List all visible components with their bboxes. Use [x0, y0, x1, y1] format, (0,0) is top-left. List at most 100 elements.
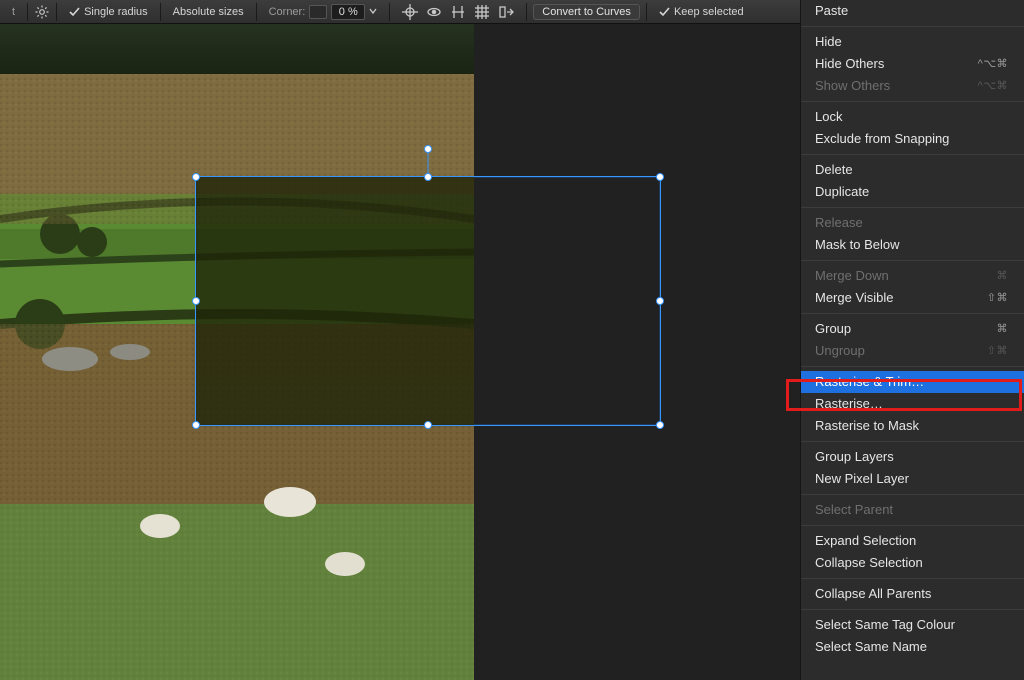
- menu-item-label: Hide Others: [815, 56, 884, 72]
- menu-item-group[interactable]: Group ⌘: [801, 318, 1024, 340]
- menu-item-label: Rasterise…: [815, 396, 883, 412]
- shape-fill: [196, 177, 474, 425]
- show-bounds-icon[interactable]: [426, 4, 442, 20]
- handle-bottom-middle[interactable]: [424, 421, 432, 429]
- divider: [526, 3, 527, 21]
- menu-separator: [801, 441, 1024, 442]
- chevron-down-icon[interactable]: [369, 6, 377, 18]
- toolbar: t Single radius Absolute sizes Corner: 0…: [0, 0, 800, 24]
- menu-item-label: Select Parent: [815, 502, 893, 518]
- menu-item-label: Duplicate: [815, 184, 869, 200]
- menu-item-rasterise-trim[interactable]: Rasterise & Trim…: [801, 371, 1024, 393]
- menu-item-hide-others[interactable]: Hide Others ^⌥⌘: [801, 53, 1024, 75]
- insert-target-icon[interactable]: [498, 4, 514, 20]
- menu-item-rasterise[interactable]: Rasterise…: [801, 393, 1024, 415]
- handle-bottom-left[interactable]: [192, 421, 200, 429]
- menu-item-delete[interactable]: Delete: [801, 159, 1024, 181]
- menu-item-merge-visible[interactable]: Merge Visible⇧⌘: [801, 287, 1024, 309]
- menu-item-group-layers[interactable]: Group Layers: [801, 446, 1024, 468]
- menu-item-label: New Pixel Layer: [815, 471, 909, 487]
- menu-separator: [801, 101, 1024, 102]
- divider: [56, 3, 57, 21]
- menu-item-shortcut: ^⌥⌘: [978, 78, 1008, 94]
- handle-middle-right[interactable]: [656, 297, 664, 305]
- menu-item-select-parent: Select Parent: [801, 499, 1024, 521]
- corner-style-swatch[interactable]: [309, 5, 327, 19]
- selection-box[interactable]: [195, 176, 661, 426]
- menu-item-new-pixel-layer[interactable]: New Pixel Layer: [801, 468, 1024, 490]
- menu-separator: [801, 260, 1024, 261]
- corner-label: Corner:: [269, 6, 306, 18]
- corner-group: Corner: 0 %: [263, 0, 384, 23]
- menu-item-release: Release: [801, 212, 1024, 234]
- menu-separator: [801, 26, 1024, 27]
- divider: [160, 3, 161, 21]
- menu-item-rasterise-to-mask[interactable]: Rasterise to Mask: [801, 415, 1024, 437]
- convert-label: Convert to Curves: [542, 6, 631, 18]
- corner-percent-field[interactable]: 0 %: [331, 4, 365, 20]
- menu-separator: [801, 578, 1024, 579]
- menu-item-ungroup: Ungroup ⇧⌘: [801, 340, 1024, 362]
- menu-separator: [801, 313, 1024, 314]
- menu-item-shortcut: ⌘: [997, 268, 1009, 284]
- menu-item-collapse-all-parents[interactable]: Collapse All Parents: [801, 583, 1024, 605]
- menu-item-label: Merge Visible: [815, 290, 894, 306]
- keep-selected-label: Keep selected: [674, 6, 744, 18]
- menu-item-select-same-name[interactable]: Select Same Name: [801, 636, 1024, 658]
- menu-item-label: Delete: [815, 162, 853, 178]
- divider: [27, 3, 28, 21]
- menu-item-lock[interactable]: Lock: [801, 106, 1024, 128]
- menu-separator: [801, 609, 1024, 610]
- menu-separator: [801, 207, 1024, 208]
- menu-item-collapse-selection[interactable]: Collapse Selection: [801, 552, 1024, 574]
- menu-item-label: Show Others: [815, 78, 890, 94]
- menu-item-select-same-tag-colour[interactable]: Select Same Tag Colour: [801, 614, 1024, 636]
- handle-bottom-right[interactable]: [656, 421, 664, 429]
- grid-icon[interactable]: [474, 4, 490, 20]
- menu-item-hide[interactable]: Hide: [801, 31, 1024, 53]
- menu-item-label: Expand Selection: [815, 533, 916, 549]
- absolute-sizes-label: Absolute sizes: [173, 6, 244, 18]
- handle-top-right[interactable]: [656, 173, 664, 181]
- canvas[interactable]: [0, 24, 800, 680]
- menu-item-label: Group: [815, 321, 851, 337]
- menu-item-exclude-from-snapping[interactable]: Exclude from Snapping: [801, 128, 1024, 150]
- check-icon: [69, 6, 80, 17]
- divider: [389, 3, 390, 21]
- handle-top-left[interactable]: [192, 173, 200, 181]
- menu-item-mask-to-below[interactable]: Mask to Below: [801, 234, 1024, 256]
- menu-item-label: Lock: [815, 109, 842, 125]
- gear-icon[interactable]: [34, 4, 50, 20]
- menu-item-label: Group Layers: [815, 449, 894, 465]
- menu-item-shortcut: ^⌥⌘: [978, 56, 1008, 72]
- convert-to-curves-button[interactable]: Convert to Curves: [533, 4, 640, 20]
- context-menu[interactable]: Paste Hide Hide Others ^⌥⌘ Show Others ^⌥⌘ Loc…: [800, 0, 1024, 680]
- menu-item-expand-selection[interactable]: Expand Selection: [801, 530, 1024, 552]
- menu-item-shortcut: ⌘: [997, 321, 1009, 337]
- handle-top-middle[interactable]: [424, 173, 432, 181]
- menu-item-label: Release: [815, 215, 863, 231]
- menu-item-label: Mask to Below: [815, 237, 900, 253]
- menu-item-shortcut: ⇧⌘: [987, 343, 1008, 359]
- rotation-handle[interactable]: [424, 145, 432, 153]
- menu-item-label: Collapse Selection: [815, 555, 923, 571]
- menu-item-show-others: Show Others ^⌥⌘: [801, 75, 1024, 97]
- absolute-sizes-toggle[interactable]: Absolute sizes: [167, 0, 250, 23]
- keep-selected-toggle[interactable]: Keep selected: [653, 0, 750, 23]
- menu-item-label: Rasterise & Trim…: [815, 374, 924, 390]
- menu-item-label: Rasterise to Mask: [815, 418, 919, 434]
- menu-separator: [801, 366, 1024, 367]
- divider: [256, 3, 257, 21]
- menu-item-duplicate[interactable]: Duplicate: [801, 181, 1024, 203]
- align-icons: [396, 0, 520, 23]
- menu-item-merge-down: Merge Down⌘: [801, 265, 1024, 287]
- menu-item-paste[interactable]: Paste: [801, 0, 1024, 22]
- align-center-icon[interactable]: [402, 4, 418, 20]
- single-radius-toggle[interactable]: Single radius: [63, 0, 154, 23]
- menu-separator: [801, 154, 1024, 155]
- handle-middle-left[interactable]: [192, 297, 200, 305]
- menu-item-label: Ungroup: [815, 343, 865, 359]
- menu-item-label: Collapse All Parents: [815, 586, 931, 602]
- align-vertical-icon[interactable]: [450, 4, 466, 20]
- divider: [646, 3, 647, 21]
